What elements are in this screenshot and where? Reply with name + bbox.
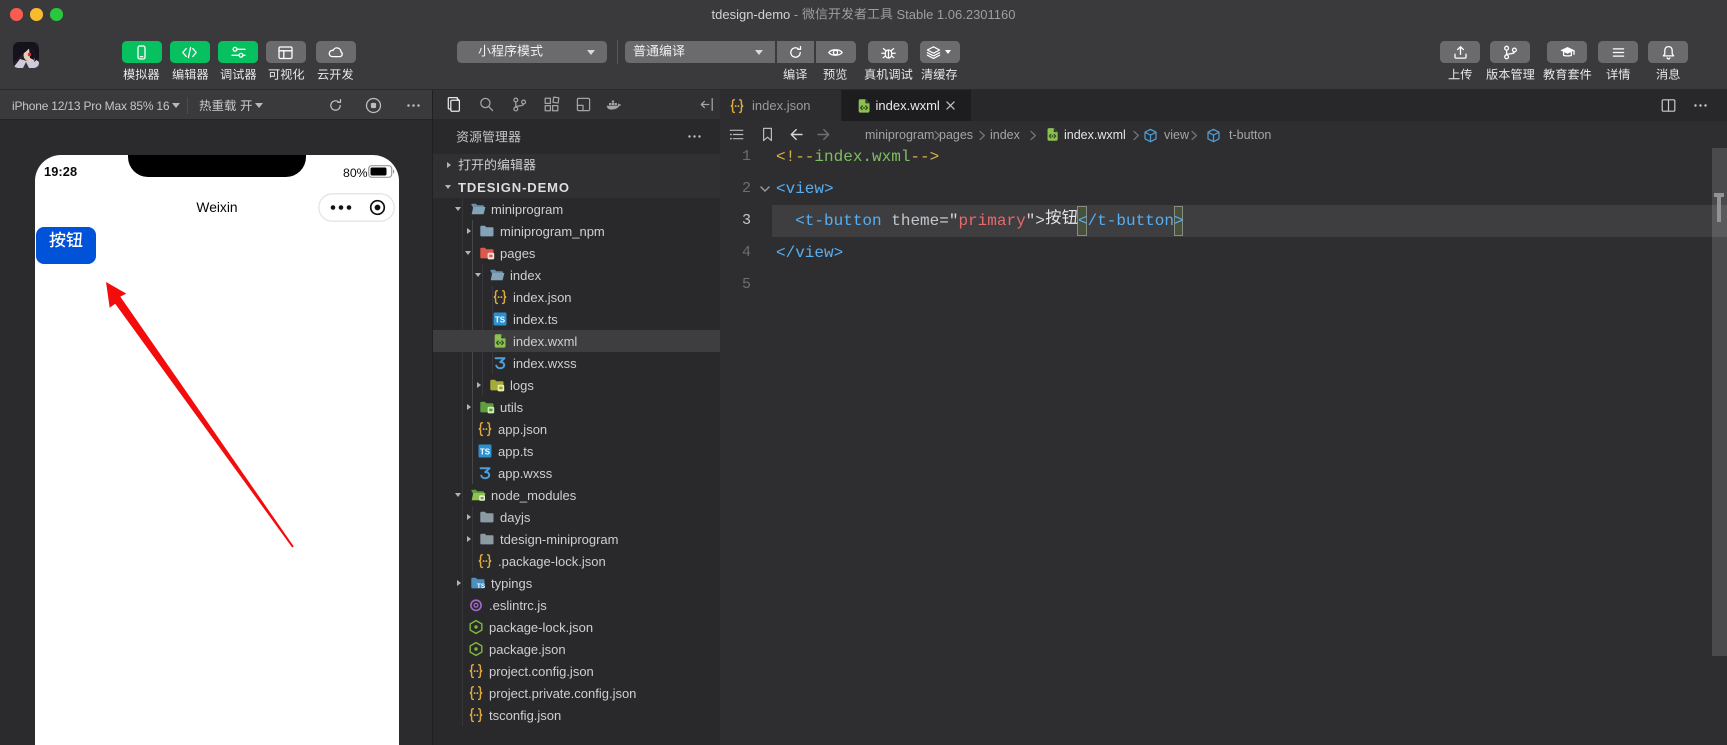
svg-text:TS: TS (477, 583, 486, 590)
svg-text:TS: TS (495, 315, 506, 324)
svg-text:TS: TS (480, 447, 491, 456)
